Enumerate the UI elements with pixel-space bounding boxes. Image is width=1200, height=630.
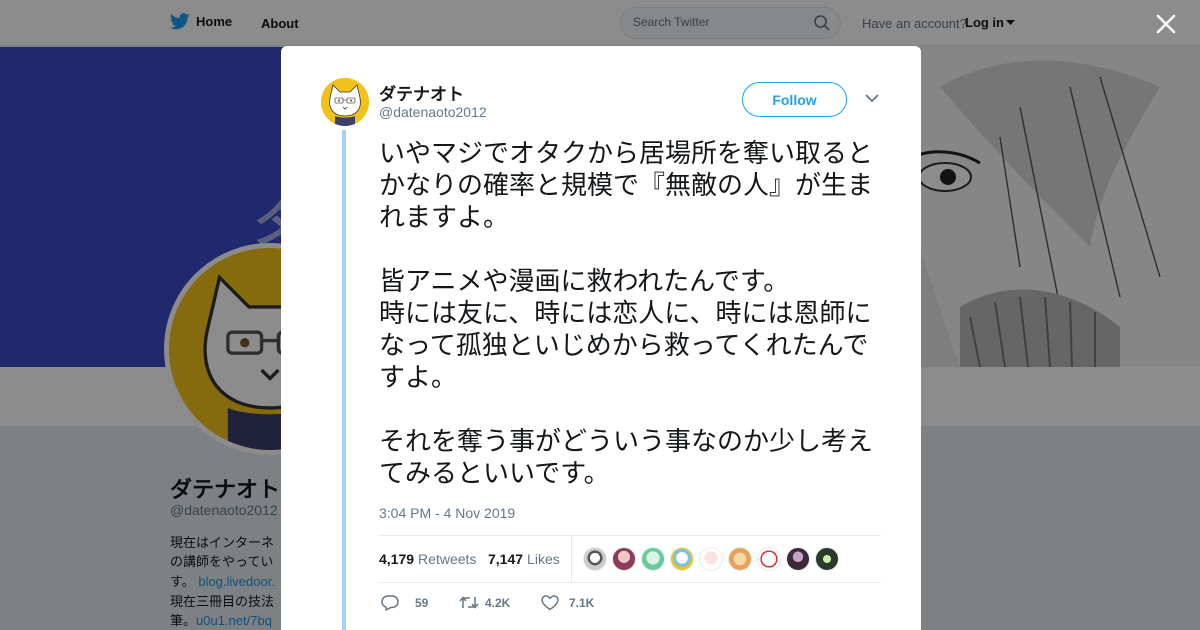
liker-avatar[interactable]	[757, 547, 781, 571]
liker-avatar[interactable]	[670, 547, 694, 571]
retweets-label: Retweets	[418, 551, 477, 567]
chevron-down-icon[interactable]	[865, 94, 879, 103]
tweet-text: いやマジでオタクから居場所を奪い取るとかなりの確率と規模で『無敵の人』が生まれま…	[379, 139, 874, 489]
likes-label: Likes	[527, 551, 560, 567]
close-icon[interactable]	[1155, 13, 1177, 35]
tweet-author-avatar[interactable]	[321, 78, 369, 126]
like-action[interactable]: 7.1K	[541, 595, 594, 611]
tweet-author-name[interactable]: ダテナオト	[379, 80, 464, 105]
liker-avatar[interactable]	[815, 547, 839, 571]
likes-stat[interactable]: 7,147 Likes	[488, 551, 560, 567]
retweets-stat[interactable]: 4,179 Retweets	[379, 551, 476, 567]
retweet-action[interactable]: 4.2K	[459, 595, 510, 610]
retweet-icon	[459, 596, 479, 609]
retweet-count: 4.2K	[485, 595, 511, 610]
like-count: 7.1K	[569, 596, 595, 610]
tweet-timestamp[interactable]: 3:04 PM - 4 Nov 2019	[379, 505, 515, 521]
reply-icon	[381, 595, 399, 611]
liker-avatar[interactable]	[699, 547, 723, 571]
reply-count: 59	[415, 596, 429, 610]
stats-divider	[571, 536, 572, 582]
like-icon	[541, 595, 559, 611]
reply-action[interactable]: 59	[381, 595, 428, 611]
cat-avatar-image	[321, 78, 369, 126]
retweets-count: 4,179	[379, 551, 415, 567]
follow-button[interactable]: Follow	[742, 82, 847, 117]
thread-line	[342, 130, 346, 630]
liker-avatars	[583, 547, 839, 571]
tweet-author-handle[interactable]: @datenaoto2012	[379, 104, 487, 120]
tweet-stats: 4,179 Retweets 7,147 Likes	[379, 535, 881, 583]
liker-avatar[interactable]	[583, 547, 607, 571]
liker-avatar[interactable]	[728, 547, 752, 571]
likes-count: 7,147	[488, 551, 524, 567]
liker-avatar[interactable]	[641, 547, 665, 571]
liker-avatar[interactable]	[612, 547, 636, 571]
tweet-modal: ダテナオト @datenaoto2012 Follow いやマジでオタクから居場…	[281, 46, 921, 630]
liker-avatar[interactable]	[786, 547, 810, 571]
